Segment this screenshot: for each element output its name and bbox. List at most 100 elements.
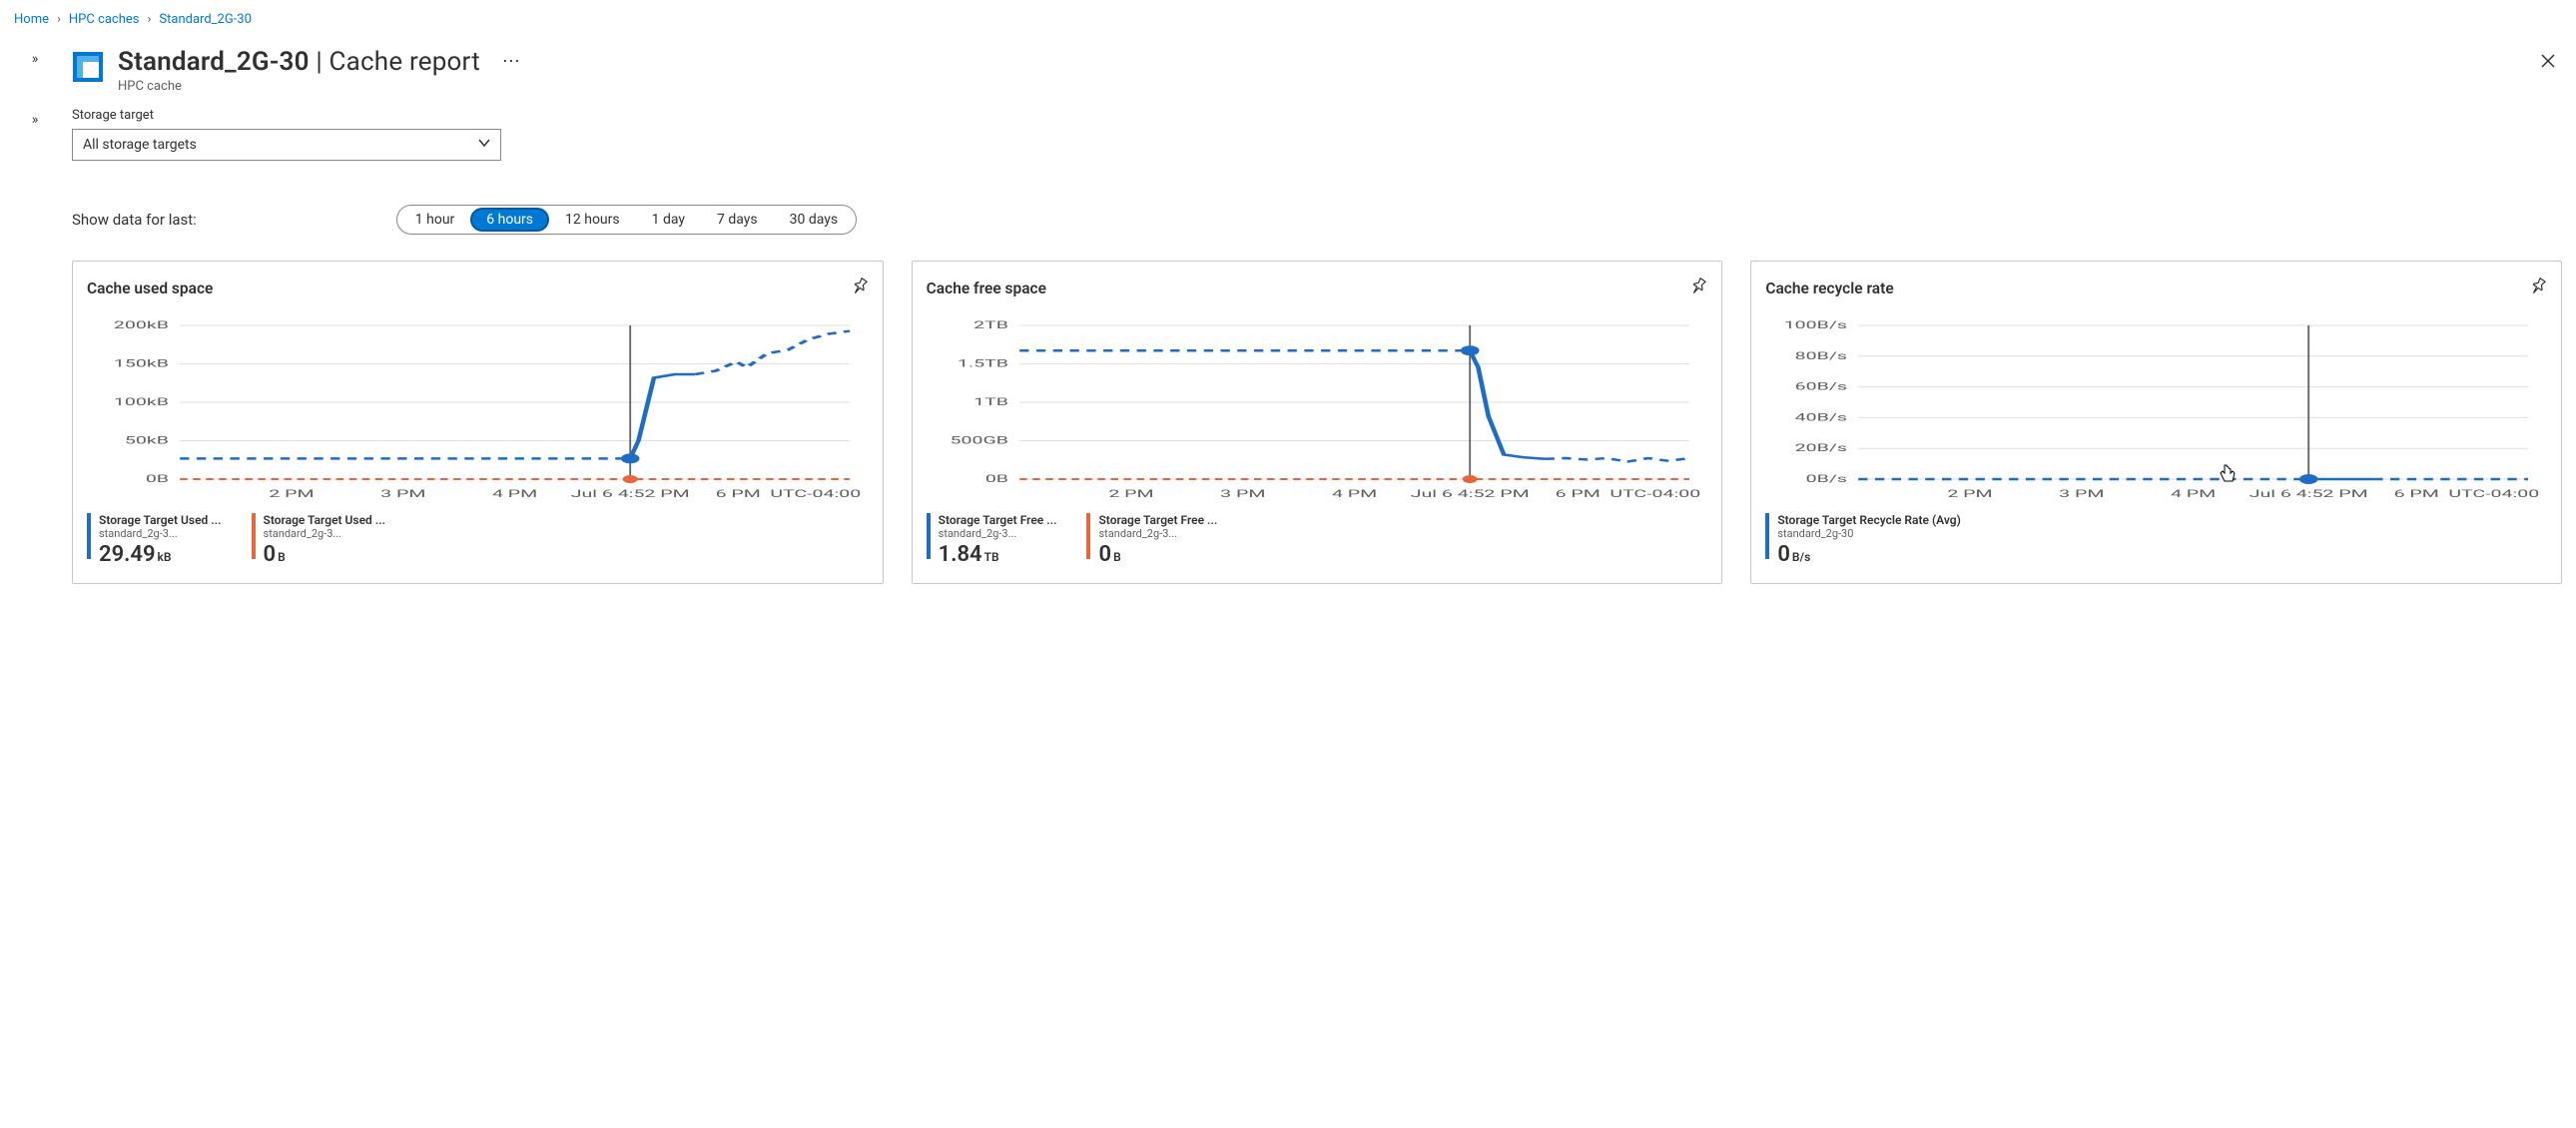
svg-text:80B/s: 80B/s [1795,349,1847,362]
metric-card: Cache used space 200kB 150kB 100kB 50kB 0B 2 … [72,261,884,584]
svg-text:3 PM: 3 PM [1220,487,1265,500]
legend-series-name: Storage Target Used ... [264,513,386,527]
svg-text:6 PM: 6 PM [716,487,761,500]
legend-series-sub: standard_2g-3... [264,527,386,540]
legend-color-bar [1086,513,1090,559]
svg-text:50kB: 50kB [125,433,169,446]
legend-series-sub: standard_2g-30 [1777,527,1960,540]
legend-item[interactable]: Storage Target Free ... standard_2g-3...… [927,513,1057,567]
svg-text:2 PM: 2 PM [269,487,314,500]
more-actions-button[interactable]: ⋯ [494,47,528,76]
svg-text:100kB: 100kB [114,395,169,408]
pin-button[interactable] [851,278,869,299]
legend-series-name: Storage Target Free ... [1098,513,1217,527]
pin-button[interactable] [1689,278,1707,299]
svg-text:4 PM: 4 PM [2171,487,2216,500]
legend-item[interactable]: Storage Target Free ... standard_2g-3...… [1086,513,1217,567]
legend: Storage Target Recycle Rate (Avg) standa… [1765,513,2547,567]
card-title: Cache used space [87,280,213,297]
svg-text:20B/s: 20B/s [1795,441,1847,454]
chart-area[interactable]: 100B/s 80B/s 60B/s 40B/s 20B/s 0B/s 2 PM 3 PM 4 … [1765,309,2547,507]
svg-text:2 PM: 2 PM [1948,487,1993,500]
storage-target-dropdown[interactable]: All storage targets [72,129,501,161]
card-title: Cache free space [927,280,1046,297]
svg-text:4 PM: 4 PM [492,487,537,500]
svg-text:6 PM: 6 PM [2394,487,2439,500]
svg-text:6 PM: 6 PM [1555,487,1600,500]
chevron-down-icon [478,137,490,153]
legend-series-value: 0B [1098,542,1217,567]
breadcrumb-home[interactable]: Home [14,12,49,27]
legend-series-sub: standard_2g-3... [939,527,1057,540]
time-range-option[interactable]: 1 hour [399,208,471,232]
time-range-option[interactable]: 7 days [701,208,774,232]
legend-series-sub: standard_2g-3... [99,527,222,540]
legend-series-value: 29.49kB [99,542,222,567]
svg-text:500GB: 500GB [950,433,1007,446]
svg-text:1TB: 1TB [973,395,1008,408]
svg-text:1.5TB: 1.5TB [958,356,1008,369]
svg-text:150kB: 150kB [114,356,169,369]
svg-text:UTC-04:00: UTC-04:00 [1610,487,1700,500]
svg-text:0B/s: 0B/s [1806,472,1847,485]
svg-text:0B: 0B [146,472,169,485]
svg-text:4 PM: 4 PM [1332,487,1377,500]
svg-text:40B/s: 40B/s [1795,410,1847,423]
svg-text:0B: 0B [984,472,1007,485]
time-range-option[interactable]: 6 hours [470,208,549,232]
breadcrumb-sep-icon: › [148,12,152,27]
legend-item[interactable]: Storage Target Recycle Rate (Avg) standa… [1765,513,1960,567]
svg-text:Jul 6 4:52 PM: Jul 6 4:52 PM [2250,487,2368,500]
pin-button[interactable] [2529,278,2547,299]
legend-series-value: 0B/s [1777,542,1960,567]
legend-color-bar [252,513,256,559]
svg-text:UTC-04:00: UTC-04:00 [2449,487,2540,500]
chart-area[interactable]: 200kB 150kB 100kB 50kB 0B 2 PM 3 PM 4 PM 6 PM Jul… [87,309,869,507]
legend-item[interactable]: Storage Target Used ... standard_2g-3...… [87,513,222,567]
legend-series-sub: standard_2g-3... [1098,527,1217,540]
time-range-selector: 1 hour6 hours12 hours1 day7 days30 days [396,205,857,235]
breadcrumb-sep-icon: › [57,12,61,27]
legend-series-name: Storage Target Recycle Rate (Avg) [1777,513,1960,527]
time-range-option[interactable]: 1 day [636,208,701,232]
storage-target-selected: All storage targets [83,137,197,153]
title-separator: | [310,47,329,77]
legend: Storage Target Used ... standard_2g-3...… [87,513,869,567]
legend: Storage Target Free ... standard_2g-3...… [927,513,1708,567]
title-section: Cache report [329,47,480,77]
time-range-option[interactable]: 30 days [774,208,854,232]
breadcrumb: Home › HPC caches › Standard_2G-30 [14,10,2562,33]
svg-text:100B/s: 100B/s [1784,318,1847,331]
svg-text:60B/s: 60B/s [1795,380,1847,393]
storage-target-label: Storage target [72,108,2562,123]
breadcrumb-current[interactable]: Standard_2G-30 [159,12,251,27]
metric-card: Cache free space 2TB1.5TB1TB500GB0B2 PM3… [912,261,1723,584]
legend-color-bar [927,513,931,559]
svg-text:3 PM: 3 PM [2060,487,2105,500]
metric-card: Cache recycle rate 100B/s 80B/s 60B/s 40B/s… [1750,261,2562,584]
page-header: » Standard_2G-30 | Cache report HPC cach… [14,33,2562,94]
chart-area[interactable]: 2TB1.5TB1TB500GB0B2 PM3 PM4 PM6 PMJul 6 … [927,309,1708,507]
svg-text:Jul 6 4:52 PM: Jul 6 4:52 PM [571,487,690,500]
time-range-option[interactable]: 12 hours [549,208,636,232]
page-title: Standard_2G-30 | Cache report [118,47,480,77]
legend-color-bar [87,513,91,559]
title-resource-name: Standard_2G-30 [118,47,310,77]
expand-menu-icon[interactable]: » [32,51,39,67]
svg-text:3 PM: 3 PM [380,487,425,500]
legend-series-name: Storage Target Free ... [939,513,1057,527]
page-subtitle: HPC cache [118,79,480,94]
legend-series-value: 1.84TB [939,542,1057,567]
svg-text:UTC-04:00: UTC-04:00 [770,487,861,500]
svg-text:200kB: 200kB [114,318,169,331]
time-range-label: Show data for last: [72,211,197,229]
card-title: Cache recycle rate [1765,280,1893,297]
legend-item[interactable]: Storage Target Used ... standard_2g-3...… [252,513,386,567]
expand-sidebar-icon[interactable]: » [32,112,39,584]
svg-text:2 PM: 2 PM [1108,487,1153,500]
legend-color-bar [1765,513,1769,559]
legend-series-value: 0B [264,542,386,567]
close-button[interactable] [2534,47,2562,79]
breadcrumb-hpc-caches[interactable]: HPC caches [69,12,140,27]
resource-type-icon [72,51,104,83]
